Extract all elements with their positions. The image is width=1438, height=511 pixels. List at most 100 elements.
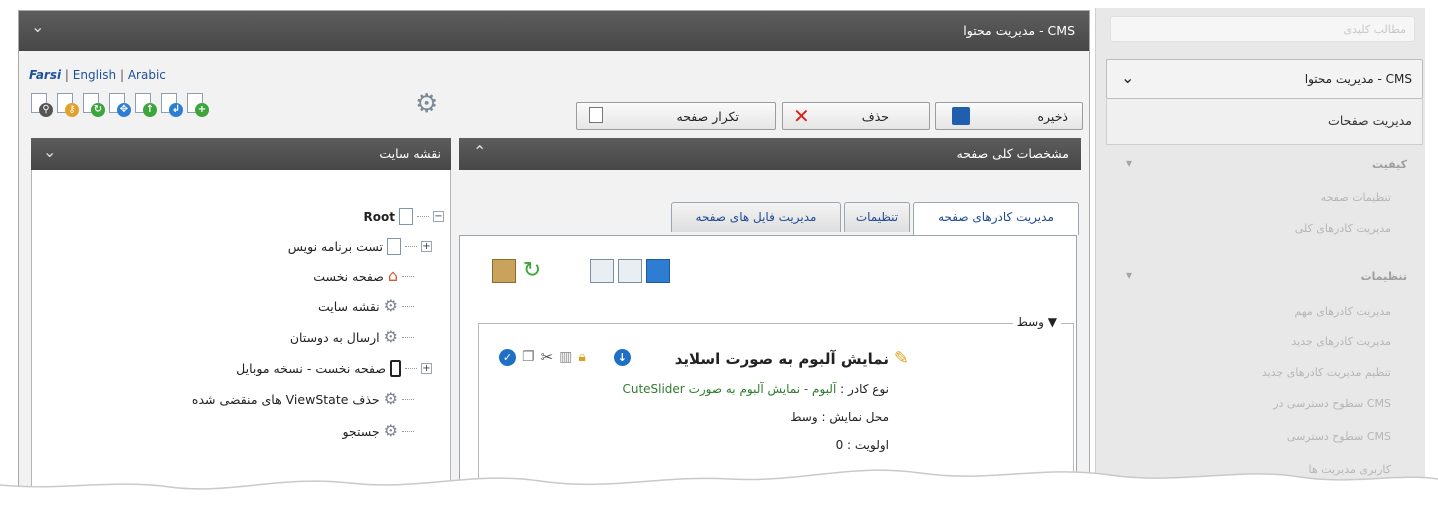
frame-priority: اولویت : 0 (836, 438, 889, 452)
gear-icon: ⚙ (383, 327, 398, 346)
sidebar-item[interactable]: سطوح دسترسی CMS (1287, 430, 1391, 443)
cut-icon[interactable]: ✂ (541, 348, 554, 366)
chevron-down-icon[interactable]: ⌄ (43, 142, 56, 161)
collapse-icon[interactable]: − (433, 211, 444, 222)
language-english[interactable]: English (73, 68, 116, 82)
sitemap-panel-header: ⌄ نقشه سایت (31, 138, 451, 170)
sitemap-tree: − Root + تست برنامه نویس ⌂ صفحه نخست ⚙ ن… (31, 170, 451, 500)
frame-position-label: محل نمایش : (821, 410, 889, 424)
page-icon (399, 208, 413, 225)
gear-icon: ⚙ (383, 421, 398, 440)
delete-button[interactable]: حذف ✕ (782, 102, 930, 130)
sidebar-search-field[interactable]: مطالب کلیدی (1110, 16, 1415, 42)
tree-node-label: صفحه نخست - نسخه موبایل (236, 361, 386, 376)
save-button[interactable]: ذخیره (935, 102, 1083, 130)
page-toolbar: ⚲ ⚷ ↻ ✥ ↑ ↲ + (29, 91, 209, 117)
page-properties-title: مشخصات کلی صفحه (956, 146, 1070, 161)
duplicate-button-label: تکرار صفحه (676, 109, 739, 124)
sidebar-item[interactable]: مدیریت کادرهای مهم (1295, 305, 1392, 318)
sidebar-item-pages[interactable]: مدیریت صفحات (1106, 99, 1423, 145)
language-separator: | (119, 68, 125, 82)
home-icon: ⌂ (387, 266, 398, 285)
tree-node[interactable]: ⚙ جستجو (342, 423, 414, 439)
tree-node[interactable]: ⚙ حذف ViewState های منقضی شده (192, 391, 414, 407)
tab-frames[interactable]: مدیریت کادرهای صفحه (913, 202, 1079, 235)
language-arabic[interactable]: Arabic (128, 68, 166, 82)
gear-icon: ⚙ (383, 296, 398, 315)
tree-node[interactable]: ⚙ نقشه سایت (318, 298, 414, 314)
edit-pencil-icon[interactable]: ✎ (894, 348, 909, 369)
delete-button-label: حذف (861, 109, 889, 124)
frame-title: نمایش آلبوم به صورت اسلاید (674, 350, 889, 368)
zone-legend-label: وسط (1016, 315, 1044, 329)
tree-node[interactable]: ⚙ ارسال به دوستان (290, 329, 414, 345)
tree-node-label: صفحه نخست (313, 268, 384, 284)
floppy-icon (952, 107, 970, 125)
frame-type-value[interactable]: آلبوم - نمایش آلبوم به صورت CuteSlider (622, 382, 836, 396)
frame-type-label: نوع کادر : (840, 382, 889, 396)
tree-node-label: جستجو (342, 423, 380, 439)
duplicate-page-button[interactable]: تکرار صفحه (576, 102, 776, 130)
tree-node[interactable]: ⌂ صفحه نخست (313, 268, 414, 284)
search-frame-icon[interactable] (618, 259, 642, 283)
close-icon: ✕ (793, 104, 810, 128)
tree-node-label: حذف ViewState های منقضی شده (191, 391, 380, 407)
paste-icon[interactable] (492, 259, 516, 283)
sitemap-title: نقشه سایت (379, 146, 441, 161)
tree-node-root[interactable]: − Root (364, 208, 444, 225)
chevron-down-icon[interactable]: ▾ (1126, 268, 1132, 282)
move-file-icon[interactable]: ✥ (107, 91, 131, 117)
language-switcher: Farsi | English | Arabic (29, 68, 166, 82)
tree-node[interactable]: + صفحه نخست - نسخه موبایل (236, 360, 432, 377)
tree-node-label: تست برنامه نویس (287, 239, 383, 254)
sidebar-group-header[interactable]: تنظیمات (1361, 270, 1407, 283)
cms-sidebar: مطالب کلیدی مدیریت محتوا - CMS ⌄ مدیریت … (1095, 8, 1425, 488)
import-file-icon[interactable]: ↲ (159, 91, 183, 117)
tree-node-label: Root (363, 209, 395, 224)
key-file-icon[interactable]: ⚷ (55, 91, 79, 117)
tab-label: مدیریت کادرهای صفحه (938, 210, 1054, 224)
expand-icon[interactable]: + (421, 241, 432, 252)
chevron-down-icon[interactable]: ▾ (1126, 156, 1132, 170)
expand-icon[interactable]: + (421, 363, 432, 374)
tree-node-label: نقشه سایت (317, 298, 380, 314)
tab-label: مدیریت فایل های صفحه (695, 210, 817, 224)
copy-icon[interactable]: ❐ (522, 349, 535, 365)
cms-main-window: ⌄ مدیریت محتوا - CMS Farsi | English | A… (18, 10, 1090, 500)
refresh-file-icon[interactable]: ↻ (81, 91, 105, 117)
frame-priority-label: اولویت : (847, 438, 889, 452)
search-file-icon[interactable]: ⚲ (29, 91, 53, 117)
tab-files[interactable]: مدیریت فایل های صفحه (671, 202, 841, 232)
sidebar-item[interactable]: تنظیم مدیریت کادرهای جدید (1262, 366, 1391, 379)
check-icon[interactable]: ✓ (499, 348, 516, 366)
frame-priority-value: 0 (835, 438, 844, 452)
chevron-down-icon[interactable]: ⌄ (1121, 68, 1134, 87)
collapse-triangle-icon[interactable]: ▼ (1048, 315, 1057, 329)
tab-settings[interactable]: تنظیمات (844, 202, 910, 232)
new-frame-icon[interactable] (590, 259, 614, 283)
upload-file-icon[interactable]: ↑ (133, 91, 157, 117)
lock-icon[interactable]: 🔒︎ (578, 349, 585, 365)
sidebar-group-header[interactable]: کیفیت (1372, 158, 1407, 171)
sidebar-cms-label: مدیریت محتوا - CMS (1304, 72, 1412, 86)
language-farsi[interactable]: Farsi (29, 68, 61, 82)
settings-gear-icon[interactable]: ⚙ (415, 91, 438, 117)
refresh-icon[interactable]: ↻ (520, 259, 544, 283)
chevron-up-icon[interactable]: ⌃ (473, 142, 486, 161)
mobile-icon (390, 360, 401, 377)
chevron-down-icon[interactable]: ⌄ (31, 17, 44, 36)
move-down-icon[interactable]: ↓ (613, 348, 631, 366)
tree-node[interactable]: + تست برنامه نویس (288, 238, 432, 255)
add-frame-icon[interactable] (646, 259, 670, 283)
language-separator: | (64, 68, 69, 82)
sidebar-cms-header[interactable]: مدیریت محتوا - CMS ⌄ (1106, 59, 1423, 99)
trash-icon[interactable]: ▥ (559, 349, 572, 365)
sidebar-item[interactable]: سطوح دسترسی در CMS (1273, 397, 1391, 410)
zone-legend[interactable]: ▼ وسط (1012, 315, 1061, 329)
sidebar-item[interactable]: مدیریت کادرهای جدید (1291, 335, 1391, 348)
sidebar-item[interactable]: تنظیمات صفحه (1321, 191, 1391, 204)
frame-position: محل نمایش : وسط (790, 410, 889, 424)
sidebar-item[interactable]: مدیریت کادرهای کلی (1295, 222, 1391, 235)
window-titlebar: ⌄ مدیریت محتوا - CMS (19, 11, 1089, 51)
add-file-icon[interactable]: + (185, 91, 209, 117)
